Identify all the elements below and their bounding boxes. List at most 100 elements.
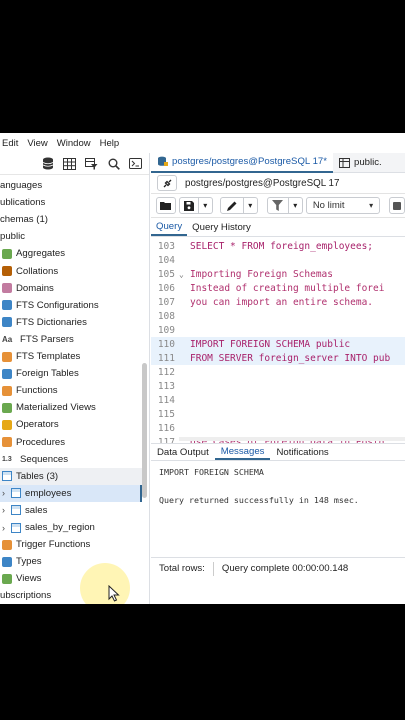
connection-name[interactable]: postgres/postgres@PostgreSQL 17 bbox=[185, 178, 339, 189]
menu-bar: Edit View Window Help bbox=[0, 133, 405, 153]
editor-subtabs: Query Query History bbox=[151, 218, 405, 237]
line-number: 116 bbox=[157, 422, 175, 434]
connection-bar: postgres/postgres@PostgreSQL 17 bbox=[151, 173, 405, 194]
tree-item[interactable]: ublications bbox=[0, 194, 142, 211]
editor-line: 116 bbox=[151, 421, 405, 435]
tree-item-label: sales bbox=[25, 504, 48, 516]
status-bar: Total rows: Query complete 00:00:00.148 bbox=[151, 557, 405, 579]
filter-dropdown[interactable]: ▾ bbox=[288, 197, 303, 214]
menu-view[interactable]: View bbox=[27, 138, 47, 149]
tree-item-label: employees bbox=[25, 487, 72, 499]
code-text: IMPORT FOREIGN SCHEMA public bbox=[190, 338, 351, 350]
editor-horizontal-scrollbar[interactable] bbox=[179, 437, 405, 441]
terminal-icon[interactable] bbox=[127, 156, 144, 172]
stop-icon bbox=[393, 201, 402, 210]
search-icon[interactable] bbox=[105, 156, 122, 172]
table-icon bbox=[11, 522, 21, 533]
code-text: Instead of creating multiple forei bbox=[190, 282, 385, 294]
editor-line: 111 FROM SERVER foreign_server INTO pub bbox=[151, 351, 405, 365]
tree-item-label: FTS Templates bbox=[16, 351, 81, 362]
tree-item[interactable]: FTS Templates bbox=[0, 348, 142, 365]
code-text: FROM SERVER foreign_server INTO pub bbox=[190, 352, 391, 364]
open-file-button[interactable] bbox=[156, 197, 176, 214]
tree-item[interactable]: chemas (1) bbox=[0, 211, 142, 228]
tree-item[interactable]: Aa FTS Parsers bbox=[0, 331, 142, 348]
tab-public[interactable]: public. bbox=[333, 153, 388, 173]
tab-query-history[interactable]: Query History bbox=[187, 218, 256, 236]
chevron-right-icon[interactable]: › bbox=[2, 523, 11, 533]
editor-line: 113 bbox=[151, 379, 405, 393]
tab-data-output[interactable]: Data Output bbox=[151, 444, 215, 460]
filter-table-icon[interactable] bbox=[83, 156, 100, 172]
tree-item[interactable]: anguages bbox=[0, 177, 142, 194]
tree-item[interactable]: › sales_by_region bbox=[0, 519, 142, 536]
tree-item[interactable]: FTS Configurations bbox=[0, 297, 142, 314]
tree-item-label: Operators bbox=[16, 419, 59, 431]
tree-item[interactable]: 1.3 Sequences bbox=[0, 451, 142, 468]
query-tool: postgres/postgres@PostgreSQL 17* public.… bbox=[151, 152, 405, 604]
function-icon bbox=[2, 385, 12, 396]
edit-group: ▾ bbox=[219, 197, 258, 214]
tree-item[interactable]: Aggregates bbox=[0, 245, 142, 262]
tree-item[interactable]: Trigger Functions bbox=[0, 536, 142, 553]
folder-icon bbox=[160, 202, 172, 210]
menu-edit[interactable]: Edit bbox=[2, 138, 18, 149]
edit-dropdown[interactable]: ▾ bbox=[243, 197, 258, 214]
connection-status-button[interactable] bbox=[157, 175, 177, 191]
tree-item[interactable]: Tables (3) bbox=[0, 467, 142, 485]
tree-item[interactable]: Collations bbox=[0, 263, 142, 280]
menu-help[interactable]: Help bbox=[100, 138, 120, 149]
tree-item[interactable]: Domains bbox=[0, 280, 142, 297]
stop-button[interactable] bbox=[389, 197, 405, 214]
line-number: 108 bbox=[157, 310, 175, 322]
chevron-down-icon: ▾ bbox=[248, 201, 253, 210]
editor-line: 104 bbox=[151, 253, 405, 267]
database-icon[interactable] bbox=[39, 156, 56, 172]
table-view-icon[interactable] bbox=[61, 156, 78, 172]
sql-editor[interactable]: 117⌄ Use Cases of Foreign Data in Postg1… bbox=[151, 237, 405, 443]
chevron-right-icon[interactable]: › bbox=[2, 505, 11, 515]
line-number: 110 bbox=[157, 338, 175, 350]
menu-window[interactable]: Window bbox=[57, 138, 91, 149]
view-icon bbox=[2, 573, 12, 584]
line-number: 113 bbox=[157, 380, 175, 392]
tree-item[interactable]: Functions bbox=[0, 382, 142, 399]
save-dropdown[interactable]: ▾ bbox=[198, 197, 213, 214]
tab-label: postgres/postgres@PostgreSQL 17* bbox=[172, 156, 327, 167]
tab-query[interactable]: Query bbox=[151, 218, 188, 236]
tab-query-tool[interactable]: postgres/postgres@PostgreSQL 17* bbox=[151, 152, 333, 173]
tree-item[interactable]: FTS Dictionaries bbox=[0, 314, 142, 331]
tree-item-label: Tables (3) bbox=[16, 470, 59, 482]
filter-button[interactable] bbox=[266, 197, 289, 214]
explorer-toolbar bbox=[0, 153, 149, 175]
tree-item-label: FTS Dictionaries bbox=[16, 316, 87, 328]
editor-line: 112 bbox=[151, 365, 405, 379]
row-limit-select[interactable]: No limit ▾ bbox=[305, 197, 381, 214]
save-button[interactable] bbox=[178, 197, 199, 214]
editor-line: 105 ⌄ Importing Foreign Schemas bbox=[151, 267, 405, 281]
edit-button[interactable] bbox=[219, 197, 244, 214]
operator-icon bbox=[2, 419, 12, 430]
tab-notifications[interactable]: Notifications bbox=[270, 444, 334, 460]
tree-item[interactable]: Operators bbox=[0, 416, 142, 433]
tree-item[interactable]: Materialized Views bbox=[0, 399, 142, 416]
collation-icon bbox=[2, 266, 12, 276]
tab-messages[interactable]: Messages bbox=[214, 444, 271, 460]
query-complete-status: Query complete 00:00:00.148 bbox=[221, 563, 349, 574]
line-number: 117 bbox=[157, 436, 175, 444]
tree-item-label: Materialized Views bbox=[16, 402, 96, 414]
table-icon bbox=[2, 471, 12, 482]
explorer-scrollbar[interactable] bbox=[142, 363, 147, 498]
tree-item[interactable]: › employees bbox=[0, 484, 142, 502]
tree-item[interactable]: › sales bbox=[0, 502, 142, 519]
tree-item[interactable]: Foreign Tables bbox=[0, 365, 142, 382]
query-tabs: postgres/postgres@PostgreSQL 17* public. bbox=[151, 152, 405, 173]
editor-line: 107 you can import an entire schema. bbox=[151, 295, 405, 309]
chevron-right-icon[interactable]: › bbox=[2, 488, 11, 498]
tree-item[interactable]: public bbox=[0, 228, 142, 245]
line-number: 103 bbox=[157, 240, 175, 252]
fold-marker[interactable]: ⌄ bbox=[179, 270, 190, 279]
tree-item[interactable]: Procedures bbox=[0, 434, 142, 451]
tree-item-label: Collations bbox=[16, 265, 59, 277]
sequence-icon: 1.3 bbox=[2, 455, 12, 463]
